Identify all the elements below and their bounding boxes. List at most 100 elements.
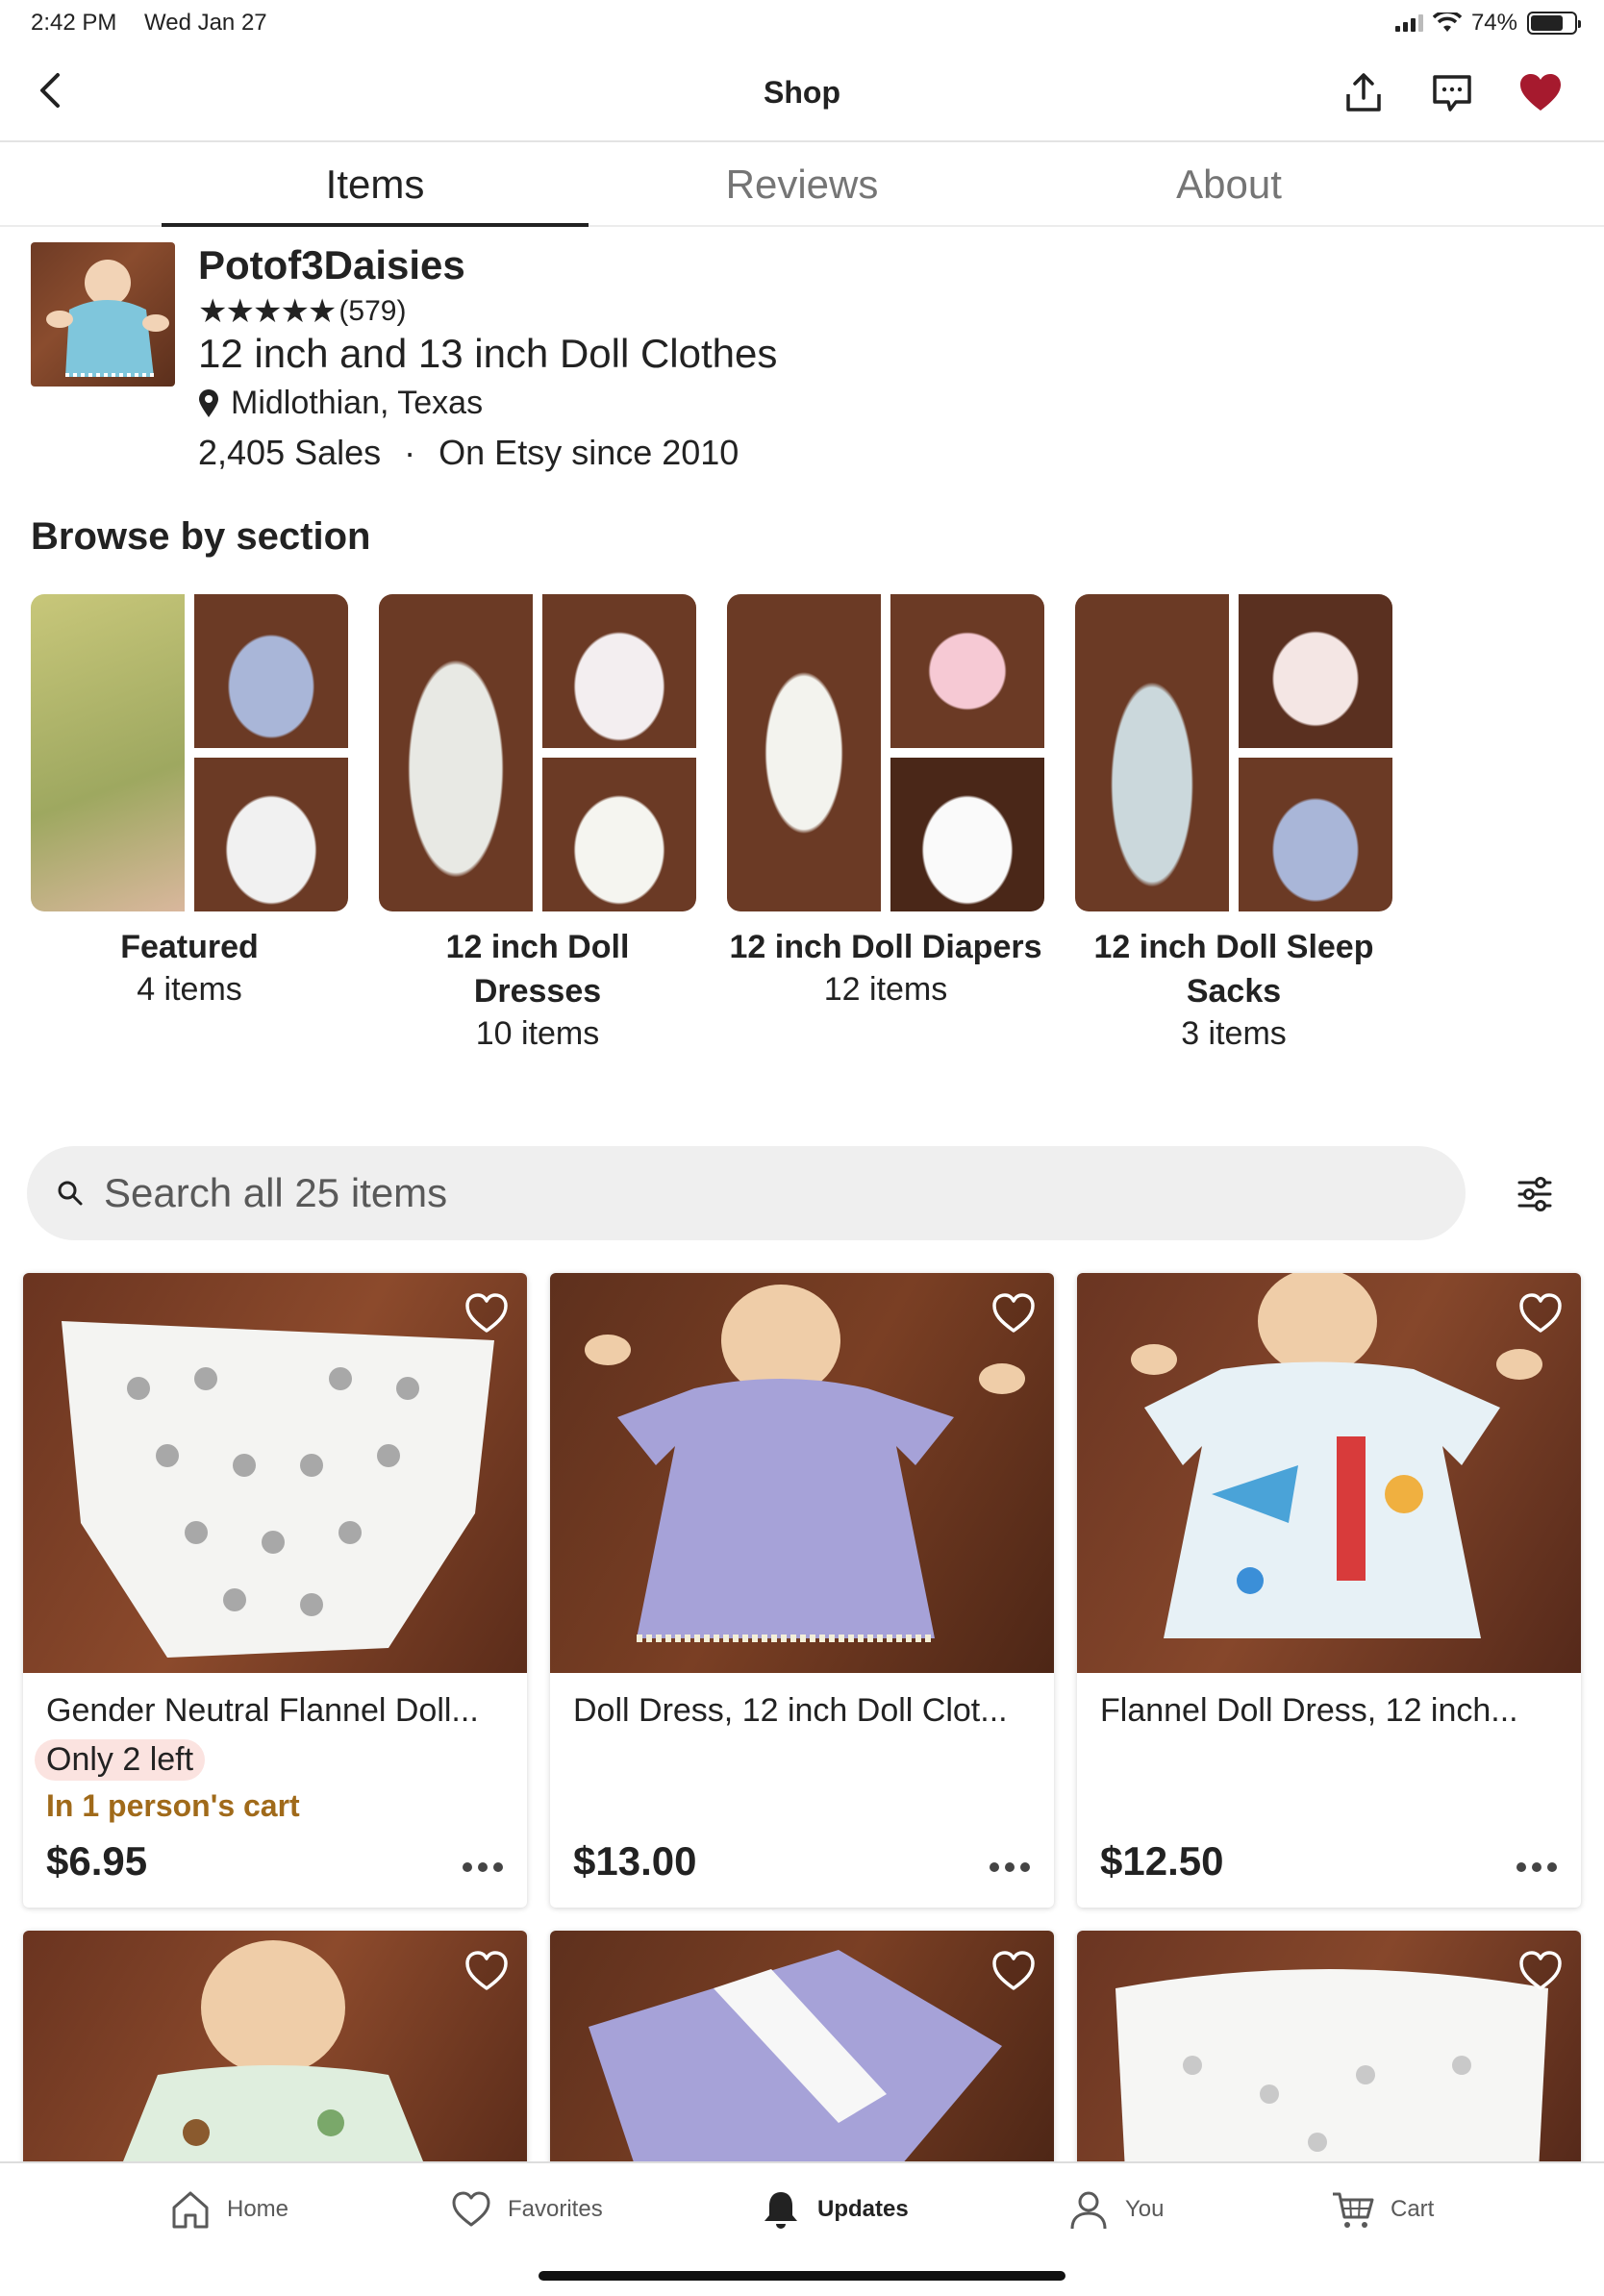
message-icon [1433,75,1471,112]
heart-outline-icon [1519,1951,1562,1990]
favorite-button[interactable] [989,1288,1039,1338]
status-indicators: 74% [1394,10,1581,37]
tab-reviews[interactable]: Reviews [589,162,1015,225]
listing-card[interactable] [1077,1931,1581,2171]
browse-section-title: Browse by section [31,515,371,558]
shop-header: Potof3Daisies ★★★★★ (579) 12 inch and 13… [31,242,1569,483]
section-doll-dresses[interactable]: 12 inch Doll Dresses 10 items [379,594,696,1054]
stock-badge: Only 2 left [35,1739,206,1781]
listing-card[interactable] [550,1931,1054,2171]
heart-outline-icon [992,1293,1035,1333]
nav-actions [1339,67,1566,117]
shop-description: 12 inch and 13 inch Doll Clothes [198,331,778,376]
shop-location: Midlothian, Texas [198,385,483,422]
section-doll-sleep-sacks[interactable]: 12 inch Doll Sleep Sacks 3 items [1075,594,1392,1054]
section-count: 4 items [137,971,242,1008]
favorite-shop-button[interactable] [1516,67,1566,117]
more-options-icon[interactable] [1514,1859,1560,1875]
location-pin-icon [199,388,218,417]
favorite-button[interactable] [462,1946,512,1996]
listing-card[interactable] [23,1931,527,2171]
tab-favorites-label: Favorites [508,2196,603,2222]
home-indicator[interactable] [539,2271,1065,2281]
nav-bar: Shop [0,46,1604,142]
listing-image [119,1940,427,2171]
listing-card[interactable]: Gender Neutral Flannel Doll... Only 2 le… [23,1273,527,1908]
battery-icon [1527,12,1581,35]
cart-note: In 1 person's cart [46,1788,300,1823]
message-button[interactable] [1427,67,1477,117]
section-thumbnail [542,594,696,748]
listing-image [585,1285,1025,1642]
listing-price: $12.50 [1100,1838,1224,1884]
section-doll-diapers[interactable]: 12 inch Doll Diapers 12 items [727,594,1044,1010]
wifi-icon [1432,12,1462,32]
section-thumbnails [31,594,348,911]
tab-you[interactable]: You [1067,2188,1165,2231]
home-icon [172,2191,209,2229]
heart-outline-icon [465,1293,508,1333]
listing-photo [23,1931,527,2171]
shop-name[interactable]: Potof3Daisies [198,242,465,288]
share-button[interactable] [1339,67,1389,117]
status-date: Wed Jan 27 [144,10,267,36]
share-icon [1346,73,1381,112]
listing-card[interactable]: Flannel Doll Dress, 12 inch... $12.50 [1077,1273,1581,1908]
tab-home[interactable]: Home [169,2188,288,2231]
listing-title: Doll Dress, 12 inch Doll Clot... [573,1692,1008,1729]
favorite-button[interactable] [1516,1946,1566,1996]
shop-rating[interactable]: ★★★★★ (579) [198,292,406,331]
signal-icon [1394,14,1423,32]
listing-image [589,1950,1002,2171]
listing-photo [550,1273,1054,1673]
section-count: 10 items [475,1015,600,1052]
heart-filled-icon [1520,74,1561,111]
shop-tabs: Items Reviews About [0,144,1604,227]
tab-home-label: Home [227,2196,289,2222]
favorite-button[interactable] [1516,1288,1566,1338]
section-thumbnail [1239,758,1392,911]
status-time: 2:42 PM [31,10,117,36]
listing-image [1115,1969,1548,2171]
favorite-button[interactable] [462,1288,512,1338]
listing-photo [23,1273,527,1673]
filter-icon [1517,1177,1552,1211]
tab-about[interactable]: About [1015,162,1442,225]
search-icon [58,1181,83,1206]
tab-cart[interactable]: Cart [1331,2188,1434,2231]
filter-button[interactable] [1506,1165,1564,1223]
listing-title: Gender Neutral Flannel Doll... [46,1692,479,1729]
tab-items[interactable]: Items [162,162,589,227]
section-thumbnail [727,594,881,911]
favorite-button[interactable] [989,1946,1039,1996]
section-thumbnails [1075,594,1392,911]
section-thumbnail [890,594,1044,748]
section-name: 12 inch Doll Diapers [729,929,1042,965]
section-thumbnails [379,594,696,911]
listing-info: Doll Dress, 12 inch Doll Clot... $13.00 [550,1673,1054,1908]
shop-avatar[interactable] [31,242,175,387]
section-thumbnail [31,594,185,911]
more-options-icon[interactable] [987,1859,1033,1875]
section-list: Featured 4 items 12 inch Doll Dresses 10… [31,594,1569,1056]
bell-icon [764,2192,797,2229]
listing-image [1131,1273,1542,1638]
more-options-icon[interactable] [460,1859,506,1875]
section-count: 12 items [823,971,948,1008]
listing-card[interactable]: Doll Dress, 12 inch Doll Clot... $13.00 [550,1273,1054,1908]
tab-you-label: You [1125,2196,1165,2222]
tab-favorites[interactable]: Favorites [450,2188,603,2231]
section-name: 12 inch Doll Sleep Sacks [1093,929,1374,1010]
listing-info: Gender Neutral Flannel Doll... Only 2 le… [23,1673,527,1908]
heart-outline-icon [992,1951,1035,1990]
rating-count: (579) [338,295,407,327]
section-featured[interactable]: Featured 4 items [31,594,348,1010]
heart-outline-icon [465,1951,508,1990]
tab-updates[interactable]: Updates [760,2188,909,2231]
section-name: 12 inch Doll Dresses [445,929,630,1010]
status-bar: 2:42 PM Wed Jan 27 74% [0,0,1604,46]
search-input[interactable]: Search all 25 items [27,1146,1466,1240]
listing-price: $6.95 [46,1838,148,1884]
tab-updates-label: Updates [817,2196,909,2222]
section-count: 3 items [1181,1015,1287,1052]
